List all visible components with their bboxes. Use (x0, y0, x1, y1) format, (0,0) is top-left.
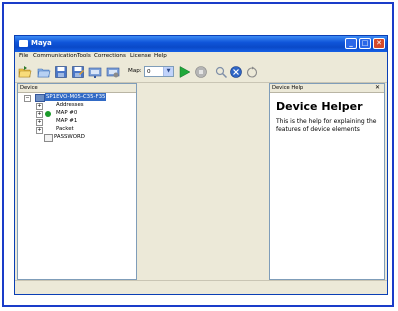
close-button[interactable]: ✕ (373, 38, 385, 49)
menu-communication[interactable]: Communication (33, 53, 77, 59)
help-panel-title: Device Help (272, 85, 304, 91)
tree-item-label: MAP #1 (56, 118, 78, 124)
status-bar (15, 280, 387, 294)
open-file-icon[interactable] (37, 65, 51, 79)
help-panel: Device Help ✕ Device Helper This is the … (269, 83, 385, 280)
search-icon[interactable] (214, 65, 228, 79)
stop-icon[interactable] (194, 65, 208, 79)
device-settings-icon[interactable] (106, 65, 120, 79)
menu-bar: File Communication Tools Corrections Lic… (15, 52, 387, 62)
menu-license[interactable]: License (130, 53, 151, 59)
help-title: Device Helper (276, 100, 363, 113)
help-text: This is the help for explaining the feat… (276, 118, 377, 133)
expand-icon[interactable]: + (36, 110, 43, 118)
expand-icon[interactable]: + (36, 102, 43, 110)
status-green-icon (45, 110, 51, 117)
play-icon[interactable] (178, 65, 192, 79)
device-icon[interactable] (88, 65, 102, 79)
document-icon (44, 134, 53, 142)
maximize-button[interactable]: □ (359, 38, 371, 49)
toolbar: Map: 0 ▼ (15, 62, 387, 83)
map-label: Map: (128, 68, 142, 74)
save-as-icon[interactable] (71, 65, 85, 79)
menu-tools[interactable]: Tools (77, 53, 91, 59)
menu-file[interactable]: File (19, 53, 28, 59)
window-title: Maya (31, 39, 52, 47)
help-panel-header: Device Help ✕ (270, 84, 384, 93)
device-icon (35, 94, 45, 102)
expand-icon[interactable]: + (36, 126, 43, 134)
close-circle-icon[interactable] (229, 65, 243, 79)
tree-item-label: PASSWORD (54, 134, 85, 140)
tree-item-label: MAP #0 (56, 110, 78, 116)
tree-root-label[interactable]: SP1EVO-M05-C35-F35 (45, 93, 107, 101)
title-bar[interactable]: Maya _ □ ✕ (15, 36, 387, 52)
close-icon[interactable]: ✕ (375, 84, 380, 92)
app-window: Maya _ □ ✕ File Communication Tools Corr… (14, 35, 388, 295)
tree-item-label: Packet (56, 126, 74, 132)
save-icon[interactable] (54, 65, 68, 79)
menu-help[interactable]: Help (154, 53, 167, 59)
device-tree: − SP1EVO-M05-C35-F35 + Addresses + MAP #… (18, 92, 136, 279)
device-panel: Device − SP1EVO-M05-C35-F35 + Addresses … (17, 83, 137, 280)
app-icon (19, 40, 28, 47)
refresh-icon[interactable] (245, 65, 259, 79)
tree-item-label: Addresses (56, 102, 84, 108)
expand-icon[interactable]: + (36, 118, 43, 126)
menu-corrections[interactable]: Corrections (94, 53, 126, 59)
minimize-button[interactable]: _ (345, 38, 357, 49)
collapse-icon[interactable]: − (24, 94, 31, 102)
open-folder-icon[interactable] (18, 65, 32, 79)
map-select[interactable]: 0 ▼ (144, 66, 174, 77)
map-select-value: 0 (147, 68, 151, 75)
chevron-down-icon[interactable]: ▼ (163, 67, 173, 76)
